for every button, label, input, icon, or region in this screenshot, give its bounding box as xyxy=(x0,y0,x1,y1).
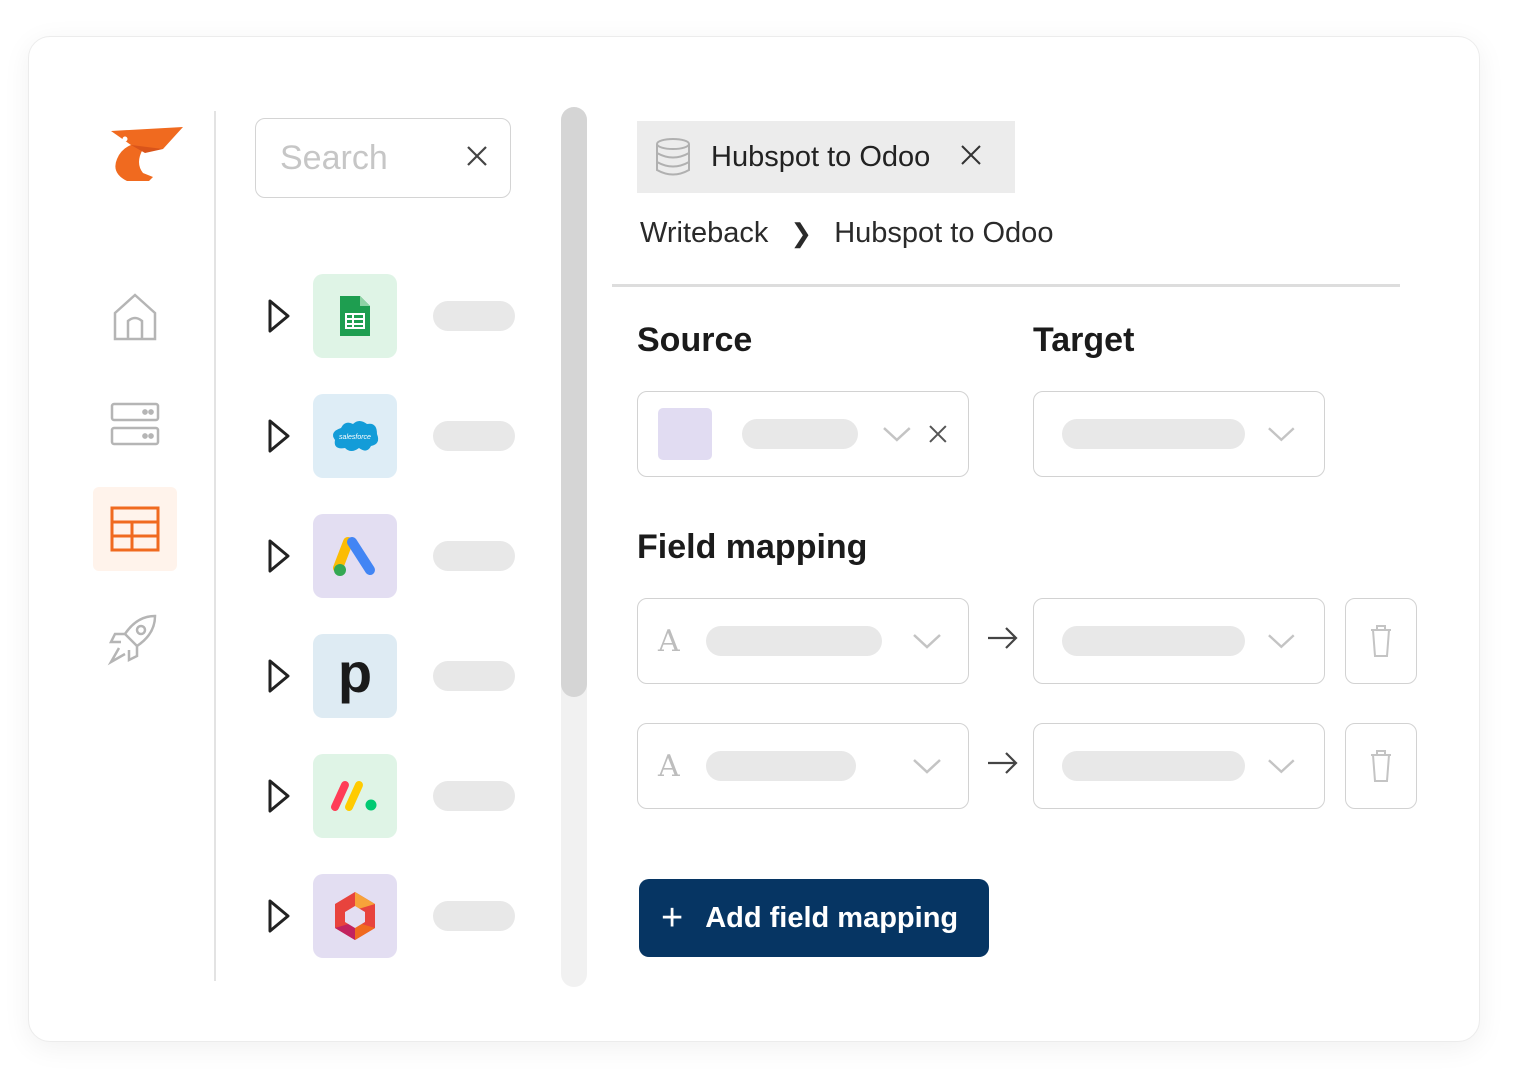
delete-mapping-button[interactable] xyxy=(1345,723,1417,809)
header-divider xyxy=(612,284,1400,287)
hexagon-app-icon xyxy=(313,874,397,958)
trash-icon xyxy=(1371,750,1391,782)
salesforce-icon: salesforce xyxy=(313,394,397,478)
chevron-down-icon[interactable] xyxy=(912,758,942,774)
expand-triangle-icon[interactable] xyxy=(267,658,291,694)
source-field-select[interactable]: A xyxy=(637,723,969,809)
list-item[interactable]: salesforce xyxy=(267,393,567,479)
arrow-right-icon xyxy=(988,752,1018,774)
tab-label: Hubspot to Odoo xyxy=(711,140,931,173)
rocket-icon[interactable] xyxy=(103,609,163,669)
placeholder-bar xyxy=(433,901,515,931)
source-field-select[interactable]: A xyxy=(637,598,969,684)
google-ads-icon xyxy=(313,514,397,598)
table-icon[interactable] xyxy=(93,487,177,571)
home-icon[interactable] xyxy=(105,287,165,347)
expand-triangle-icon[interactable] xyxy=(267,298,291,334)
target-select[interactable] xyxy=(1033,391,1325,477)
close-tab-icon[interactable] xyxy=(960,144,982,171)
server-icon[interactable] xyxy=(105,394,165,454)
list-item[interactable] xyxy=(267,873,567,959)
clear-search-icon[interactable] xyxy=(466,145,488,172)
add-field-mapping-label: Add field mapping xyxy=(705,901,959,934)
placeholder-bar xyxy=(433,781,515,811)
placeholder-bar xyxy=(1062,419,1246,449)
source-app-icon xyxy=(658,408,712,460)
text-type-icon: A xyxy=(658,748,680,784)
chevron-down-icon[interactable] xyxy=(1267,633,1296,649)
salesforce-wordmark: salesforce xyxy=(339,434,371,441)
pipedrive-letter: p xyxy=(337,641,373,704)
monday-icon xyxy=(313,754,397,838)
chevron-down-icon[interactable] xyxy=(1267,758,1296,774)
list-item[interactable] xyxy=(267,753,567,839)
source-heading: Source xyxy=(637,321,753,359)
app-window: salesforce p xyxy=(28,36,1480,1042)
list-item[interactable] xyxy=(267,513,567,599)
search-input[interactable] xyxy=(278,137,452,179)
expand-triangle-icon[interactable] xyxy=(267,538,291,574)
breadcrumb: Writeback ❯ Hubspot to Odoo xyxy=(640,217,1053,250)
clear-source-icon[interactable] xyxy=(928,424,948,444)
chevron-down-icon[interactable] xyxy=(882,426,912,442)
placeholder-bar xyxy=(741,419,859,449)
placeholder-bar xyxy=(433,661,515,691)
sidebar-divider xyxy=(214,111,216,981)
chevron-down-icon[interactable] xyxy=(912,633,942,649)
database-icon xyxy=(656,138,690,176)
chevron-down-icon[interactable] xyxy=(1267,426,1296,442)
google-sheets-icon xyxy=(313,274,397,358)
add-field-mapping-button[interactable]: + Add field mapping xyxy=(639,879,989,957)
list-item[interactable]: p xyxy=(267,633,567,719)
target-field-select[interactable] xyxy=(1033,723,1325,809)
trash-icon xyxy=(1371,625,1391,657)
text-type-icon: A xyxy=(658,623,680,659)
plus-icon: + xyxy=(661,897,684,939)
pipedrive-icon: p xyxy=(313,634,397,718)
expand-triangle-icon[interactable] xyxy=(267,898,291,934)
placeholder-bar xyxy=(706,751,856,781)
scrollbar-thumb[interactable] xyxy=(561,107,587,697)
placeholder-bar xyxy=(433,541,515,571)
placeholder-bar xyxy=(706,626,882,656)
list-item[interactable] xyxy=(267,273,567,359)
pelican-logo xyxy=(105,123,185,187)
breadcrumb-separator: ❯ xyxy=(790,218,813,248)
tab-hubspot-to-odoo[interactable]: Hubspot to Odoo xyxy=(637,121,1015,193)
target-heading: Target xyxy=(1033,321,1135,359)
placeholder-bar xyxy=(1062,626,1246,656)
placeholder-bar xyxy=(433,421,515,451)
placeholder-bar xyxy=(1062,751,1246,781)
breadcrumb-item-current: Hubspot to Odoo xyxy=(834,217,1054,249)
expand-triangle-icon[interactable] xyxy=(267,778,291,814)
breadcrumb-item-writeback[interactable]: Writeback xyxy=(640,217,768,250)
target-field-select[interactable] xyxy=(1033,598,1325,684)
search-box[interactable] xyxy=(255,118,511,198)
source-select[interactable] xyxy=(637,391,969,477)
expand-triangle-icon[interactable] xyxy=(267,418,291,454)
placeholder-bar xyxy=(433,301,515,331)
delete-mapping-button[interactable] xyxy=(1345,598,1417,684)
arrow-right-icon xyxy=(988,627,1018,649)
field-mapping-heading: Field mapping xyxy=(637,528,868,566)
